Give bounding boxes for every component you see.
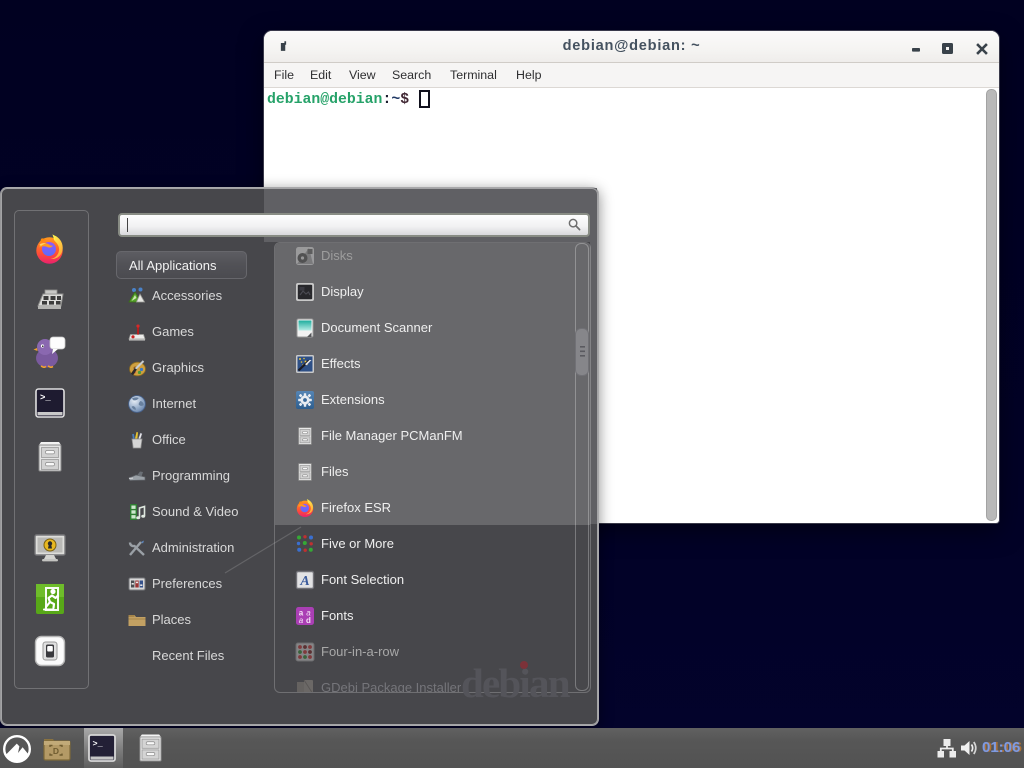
svg-text:a: a [299, 616, 304, 625]
svg-text:D: D [53, 746, 59, 756]
svg-text:A: A [299, 574, 309, 589]
svg-text:>_: >_ [93, 739, 104, 749]
svg-text:d: d [306, 616, 311, 625]
svg-text:>_: >_ [40, 393, 51, 403]
